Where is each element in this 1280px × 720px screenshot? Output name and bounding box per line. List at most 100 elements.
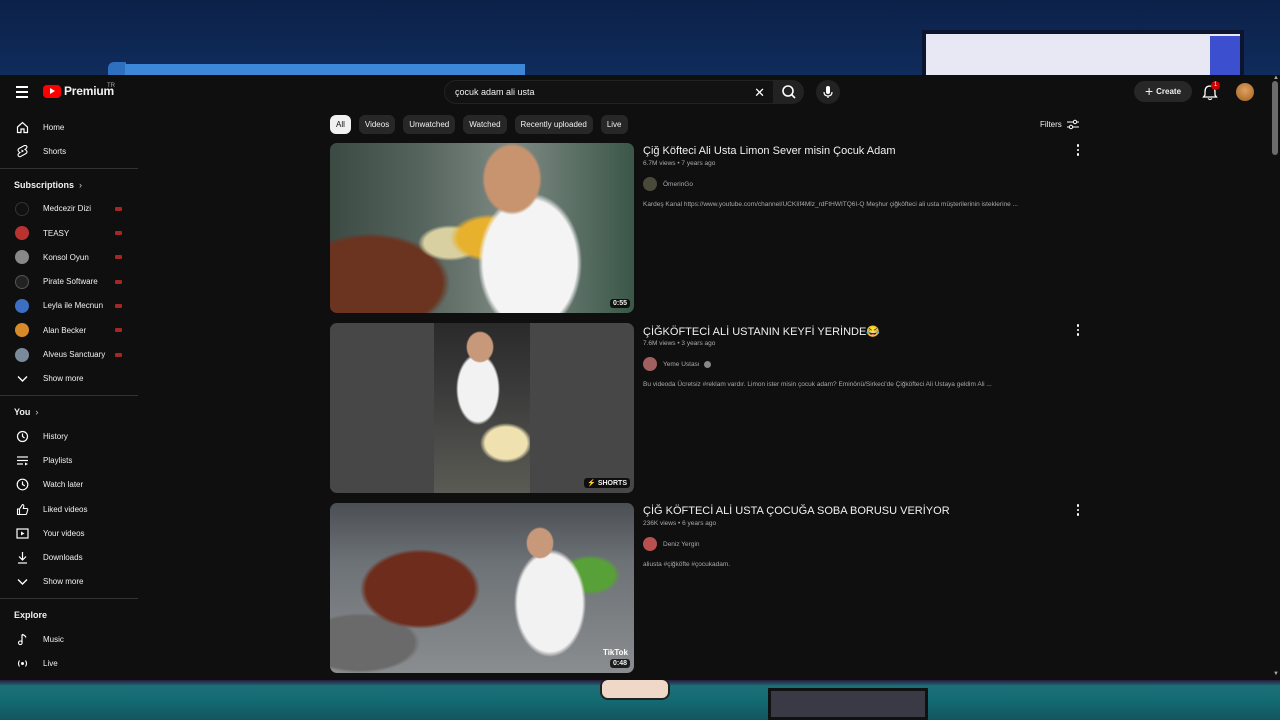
sidebar-item-label: Liked videos	[43, 504, 88, 514]
thumbs-up-icon	[15, 502, 29, 516]
notification-count-badge: 1	[1211, 81, 1220, 90]
search-input[interactable]	[445, 81, 735, 103]
chip-recently-uploaded[interactable]: Recently uploaded	[514, 115, 593, 134]
sidebar-item-watch-later[interactable]: Watch later	[0, 473, 140, 497]
sidebar-item-subscription[interactable]: TEASY	[0, 221, 140, 245]
channel-name: ÖmerinGo	[663, 180, 693, 188]
channel-avatar	[643, 357, 657, 371]
live-indicator-icon	[115, 303, 122, 308]
sidebar-item-liked-videos[interactable]: Liked videos	[0, 497, 140, 521]
sidebar-item-label: Home	[43, 122, 65, 132]
sidebar-item-home[interactable]: Home	[0, 115, 140, 139]
channel-link[interactable]: Deniz Yergin	[643, 537, 700, 551]
scrollbar-thumb[interactable]	[1272, 81, 1278, 155]
search-result: 0:55 Çiğ Köfteci Ali Usta Limon Sever mi…	[330, 143, 1090, 313]
background-pixel-accent	[1210, 36, 1240, 76]
video-thumbnail[interactable]: TikTok 0:48	[330, 503, 634, 673]
menu-button[interactable]	[12, 83, 32, 101]
video-description: Bu videoda Ücretsiz #reklam vardır. Limo…	[643, 381, 992, 388]
sidebar-item-subscription[interactable]: Alan Becker	[0, 318, 140, 342]
chip-live[interactable]: Live	[600, 115, 628, 134]
sidebar-item-playlists[interactable]: Playlists	[0, 448, 140, 472]
sidebar-item-music[interactable]: Music	[0, 627, 140, 651]
sidebar-item-history[interactable]: History	[0, 424, 140, 448]
shorts-badge: ⚡ SHORTS	[584, 478, 630, 488]
microphone-icon	[823, 86, 833, 98]
channel-avatar	[15, 298, 29, 313]
sidebar-divider	[0, 598, 138, 600]
subscriptions-show-more[interactable]: Show more	[0, 367, 140, 391]
sidebar-item-your-videos[interactable]: Your videos	[0, 521, 140, 545]
playlists-icon	[15, 453, 29, 467]
filters-button[interactable]: Filters	[1040, 119, 1079, 130]
you-show-more[interactable]: Show more	[0, 570, 140, 594]
sidebar-item-subscription[interactable]: Medcezir Dizi	[0, 197, 140, 221]
chevron-down-icon	[15, 372, 29, 386]
chip-videos[interactable]: Videos	[358, 115, 396, 134]
scroll-down-arrow-icon[interactable]: ▼	[1273, 671, 1279, 677]
show-more-label: Show more	[43, 577, 84, 587]
more-actions-icon[interactable]	[1072, 323, 1084, 337]
account-avatar[interactable]	[1236, 83, 1254, 101]
video-meta: 236K views • 6 years ago	[643, 520, 717, 527]
sidebar-item-label: Your videos	[43, 528, 85, 538]
channel-name: Leyla ile Mecnun	[43, 301, 104, 311]
search-button[interactable]	[774, 80, 804, 104]
youtube-logo[interactable]: Premium	[43, 84, 114, 98]
sidebar-item-subscription[interactable]: Konsol Oyun	[0, 245, 140, 269]
channel-name: Yeme Ustası	[663, 360, 700, 368]
voice-search-button[interactable]	[816, 80, 840, 104]
shorts-label: SHORTS	[597, 480, 627, 487]
live-indicator-icon	[115, 328, 122, 333]
more-actions-icon[interactable]	[1072, 503, 1084, 517]
chip-unwatched[interactable]: Unwatched	[403, 115, 456, 134]
live-indicator-icon	[115, 279, 122, 284]
search-result: ⚡ SHORTS ÇİĞKÖFTECİ ALİ USTANIN KEYFİ YE…	[330, 323, 1090, 493]
you-title: You	[14, 406, 31, 417]
video-meta: 7.6M views • 3 years ago	[643, 340, 716, 347]
channel-avatar	[643, 537, 657, 551]
sidebar-divider	[0, 167, 138, 169]
create-button[interactable]: + Create	[1134, 81, 1192, 102]
youtube-window: Premium TR ✕ + Create 1	[0, 75, 1280, 680]
your-videos-icon	[15, 526, 29, 540]
youtube-play-icon	[43, 84, 61, 98]
sidebar-item-subscription[interactable]: Pirate Software	[0, 269, 140, 293]
search-icon	[782, 85, 796, 99]
verified-badge-icon	[703, 360, 711, 368]
channel-link[interactable]: ÖmerinGo	[643, 177, 693, 191]
channel-link[interactable]: Yeme Ustası	[643, 357, 711, 371]
chip-all[interactable]: All	[330, 115, 351, 134]
sidebar-item-live[interactable]: Live	[0, 651, 140, 675]
shorts-icon	[15, 144, 29, 158]
live-indicator-icon	[115, 255, 122, 260]
subscriptions-title: Subscriptions	[14, 179, 75, 190]
video-title[interactable]: Çiğ Köfteci Ali Usta Limon Sever misin Ç…	[643, 145, 896, 157]
video-thumbnail[interactable]: ⚡ SHORTS	[330, 323, 634, 493]
video-title[interactable]: ÇİĞKÖFTECİ ALİ USTANIN KEYFİ YERİNDE😂	[643, 325, 880, 338]
chip-watched[interactable]: Watched	[463, 115, 507, 134]
home-icon	[15, 120, 29, 134]
sidebar-item-label: Downloads	[43, 553, 83, 563]
video-title[interactable]: ÇİĞ KÖFTECİ ALİ USTA ÇOCUĞA SOBA BORUSU …	[643, 505, 950, 517]
channel-avatar	[15, 250, 29, 265]
sidebar-item-downloads[interactable]: Downloads	[0, 545, 140, 569]
subscriptions-header[interactable]: Subscriptions ›	[0, 173, 140, 197]
channel-avatar	[15, 323, 29, 338]
music-icon	[15, 632, 29, 646]
download-icon	[15, 551, 29, 565]
video-thumbnail[interactable]: 0:55	[330, 143, 634, 313]
sidebar-item-subscription[interactable]: Alveus Sanctuary	[0, 342, 140, 366]
sidebar-item-label: Music	[43, 634, 64, 644]
clear-search-icon[interactable]: ✕	[754, 85, 765, 101]
channel-name: Alan Becker	[43, 325, 87, 335]
you-header[interactable]: You ›	[0, 400, 140, 424]
channel-avatar	[15, 201, 29, 216]
channel-name: Pirate Software	[43, 277, 98, 287]
explore-header: Explore	[0, 603, 140, 627]
sidebar-item-subscription[interactable]: Leyla ile Mecnun	[0, 294, 140, 318]
more-actions-icon[interactable]	[1072, 143, 1084, 157]
background-pixel-controller	[768, 688, 928, 720]
video-meta: 6.7M views • 7 years ago	[643, 160, 716, 167]
sidebar-item-shorts[interactable]: Shorts	[0, 139, 140, 163]
